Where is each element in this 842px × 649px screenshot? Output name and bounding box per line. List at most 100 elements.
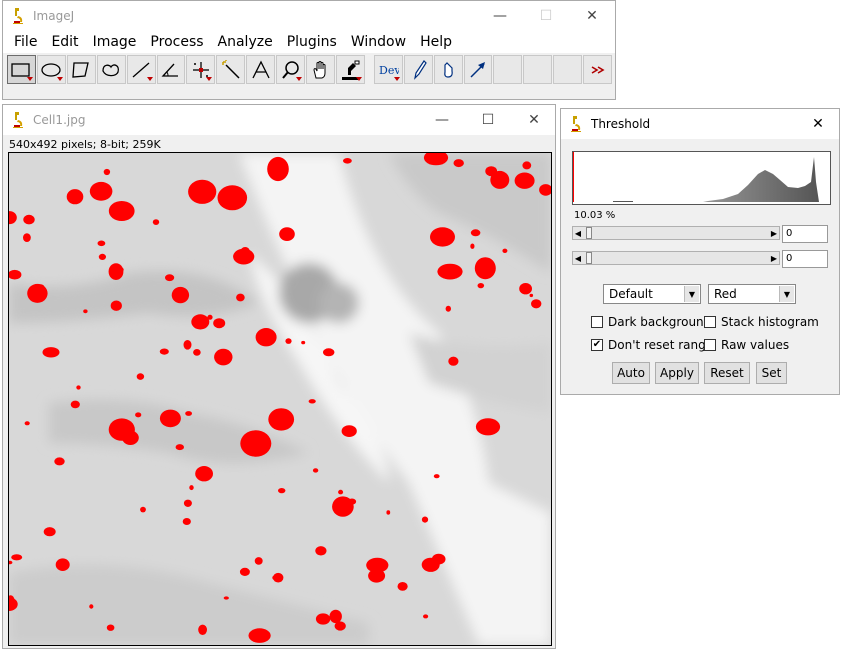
cell-image — [9, 153, 551, 645]
upper-threshold-value[interactable]: 0 — [782, 250, 828, 268]
point-tool-button[interactable] — [186, 55, 216, 84]
slider-thumb[interactable] — [586, 252, 592, 264]
nucleus-mark — [315, 546, 327, 556]
nucleus-mark — [239, 567, 250, 576]
display-select[interactable]: Red ▼ — [708, 284, 796, 304]
raw-values-checkbox[interactable]: Raw values — [704, 338, 789, 352]
angle-tool-button[interactable] — [156, 55, 186, 84]
checkbox-box[interactable] — [704, 316, 716, 328]
menu-help[interactable]: Help — [413, 31, 459, 53]
maximize-button[interactable]: ☐ — [465, 105, 511, 135]
threshold-titlebar[interactable]: Threshold ✕ — [561, 109, 839, 139]
brush-icon — [414, 59, 427, 80]
nucleus-mark — [193, 349, 201, 356]
nucleus-mark — [312, 468, 319, 473]
stack-histogram-checkbox[interactable]: Stack histogram — [704, 315, 819, 329]
dev-label: Dev — [379, 64, 399, 77]
arrow-icon — [470, 61, 486, 78]
menu-plugins[interactable]: Plugins — [280, 31, 344, 53]
dropper-tool-button[interactable] — [335, 55, 365, 84]
slider-thumb[interactable] — [586, 227, 592, 239]
dark-background-label: Dark background — [608, 315, 712, 329]
nucleus-mark — [255, 328, 277, 347]
nucleus-mark — [445, 268, 451, 273]
histogram — [572, 151, 831, 205]
menu-file[interactable]: File — [7, 31, 44, 53]
nucleus-mark — [445, 305, 451, 312]
empty-tool-slot-1[interactable] — [493, 55, 523, 84]
slider-right-arrow[interactable]: ▶ — [769, 227, 779, 239]
threshold-percent: 10.03 % — [574, 210, 616, 221]
nucleus-mark — [183, 499, 192, 507]
menu-edit[interactable]: Edit — [44, 31, 85, 53]
slider-right-arrow[interactable]: ▶ — [769, 252, 779, 264]
slider-left-arrow[interactable]: ◀ — [573, 227, 583, 239]
reset-button[interactable]: Reset — [704, 362, 750, 384]
nucleus-mark — [24, 421, 30, 426]
imagej-microscope-icon — [571, 116, 581, 132]
nucleus-mark — [110, 300, 122, 311]
menu-window[interactable]: Window — [344, 31, 413, 53]
brush-tool-button[interactable] — [403, 55, 433, 84]
method-select[interactable]: Default ▼ — [603, 284, 701, 304]
nucleus-mark — [89, 604, 94, 609]
arrow-tool-button[interactable] — [463, 55, 493, 84]
nucleus-mark — [268, 408, 295, 431]
nucleus-mark — [83, 309, 88, 314]
developer-menu-button[interactable]: Dev — [373, 55, 403, 84]
nucleus-mark — [185, 411, 193, 416]
nucleus-mark — [254, 557, 263, 565]
more-tools-button[interactable] — [583, 55, 613, 84]
polygon-tool-button[interactable] — [66, 55, 96, 84]
menu-image[interactable]: Image — [86, 31, 144, 53]
hand-tool-button[interactable] — [306, 55, 335, 84]
hand-icon — [313, 60, 326, 78]
image-titlebar[interactable]: Cell1.jpg — ☐ ✕ — [3, 105, 555, 135]
dont-reset-range-checkbox[interactable]: ✔ Don't reset range — [591, 338, 713, 352]
close-button[interactable]: ✕ — [569, 1, 615, 31]
rectangle-tool-button[interactable] — [7, 55, 36, 84]
angle-icon — [161, 63, 178, 77]
menu-analyze[interactable]: Analyze — [211, 31, 280, 53]
nucleus-mark — [108, 263, 124, 280]
minimize-button[interactable]: — — [419, 105, 465, 135]
freehand-tool-button[interactable] — [96, 55, 126, 84]
dont-reset-range-label: Don't reset range — [608, 338, 714, 352]
imagej-microscope-icon — [13, 8, 23, 24]
magnifier-tool-button[interactable] — [276, 55, 306, 84]
set-button[interactable]: Set — [756, 362, 787, 384]
nucleus-mark — [70, 400, 80, 409]
tool-bar: Dev — [3, 53, 615, 87]
wand-tool-button[interactable] — [216, 55, 246, 84]
nucleus-mark — [159, 409, 181, 428]
checkbox-box-checked[interactable]: ✔ — [591, 339, 603, 351]
line-tool-button[interactable] — [126, 55, 156, 84]
nucleus-mark — [267, 156, 289, 182]
empty-tool-slot-2[interactable] — [523, 55, 553, 84]
nucleus-mark — [522, 161, 532, 170]
nucleus-mark — [474, 257, 496, 280]
imagej-titlebar[interactable]: ImageJ — ☐ ✕ — [3, 1, 615, 31]
checkbox-box[interactable] — [704, 339, 716, 351]
auto-button[interactable]: Auto — [612, 362, 650, 384]
maximize-button[interactable]: ☐ — [523, 1, 569, 31]
minimize-button[interactable]: — — [477, 1, 523, 31]
window-title: Threshold — [591, 117, 651, 131]
image-canvas[interactable] — [8, 152, 552, 646]
menu-process[interactable]: Process — [143, 31, 210, 53]
histogram-plot — [573, 152, 819, 202]
oval-tool-button[interactable] — [36, 55, 66, 84]
dark-background-checkbox[interactable]: Dark background — [591, 315, 711, 329]
close-button[interactable]: ✕ — [511, 105, 557, 135]
lower-threshold-value[interactable]: 0 — [782, 225, 828, 243]
close-button[interactable]: ✕ — [795, 109, 841, 139]
slider-left-arrow[interactable]: ◀ — [573, 252, 583, 264]
empty-tool-slot-3[interactable] — [553, 55, 583, 84]
lower-threshold-slider[interactable]: ◀ ▶ — [572, 226, 780, 240]
checkbox-box[interactable] — [591, 316, 603, 328]
nucleus-mark — [140, 506, 146, 513]
flood-fill-tool-button[interactable] — [433, 55, 463, 84]
text-tool-button[interactable] — [246, 55, 276, 84]
upper-threshold-slider[interactable]: ◀ ▶ — [572, 251, 780, 265]
apply-button[interactable]: Apply — [655, 362, 699, 384]
